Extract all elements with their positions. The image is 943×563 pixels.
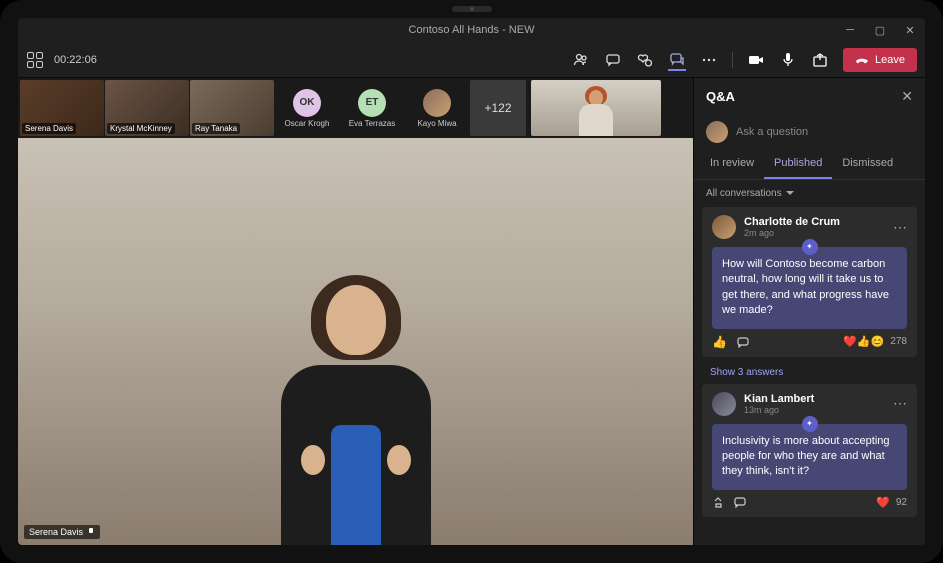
meeting-toolbar: 00:22:06 Leave (18, 42, 925, 78)
reactions-icon[interactable] (636, 51, 654, 69)
window-title: Contoso All Hands - NEW (409, 24, 535, 36)
comment-button[interactable] (737, 336, 749, 348)
window-titlebar: Contoso All Hands - NEW ─ ▢ ✕ (18, 18, 925, 42)
show-answers-link[interactable]: Show 3 answers (702, 365, 917, 384)
author-avatar (712, 215, 736, 239)
speaker-silhouette (256, 245, 456, 545)
avatar-tile[interactable]: Kayo Miwa (405, 80, 469, 136)
question-more-button[interactable]: ⋯ (893, 219, 907, 236)
minimize-button[interactable]: ─ (835, 18, 865, 42)
chevron-down-icon (786, 191, 794, 196)
featured-badge-icon: ✦ (802, 239, 818, 255)
pin-icon (87, 528, 95, 536)
video-stage: Serena Davis Krystal McKinney Ray Tanaka… (18, 78, 693, 545)
chat-icon[interactable] (604, 51, 622, 69)
question-card: Charlotte de Crum 2m ago ⋯ ✦ How will Co… (702, 207, 917, 357)
featured-badge-icon: ✦ (802, 416, 818, 432)
video-tile[interactable]: Ray Tanaka (190, 80, 274, 136)
qa-panel: Q&A ✕ Ask a question In review Published… (693, 78, 925, 545)
spotlight-tile[interactable] (531, 80, 661, 136)
qa-filter-dropdown[interactable]: All conversations (694, 180, 925, 207)
people-icon[interactable] (572, 51, 590, 69)
more-icon[interactable] (700, 51, 718, 69)
question-body: ✦ How will Contoso become carbon neutral… (712, 247, 907, 329)
avatar-photo (423, 89, 451, 117)
avatar-initials: ET (358, 89, 386, 117)
leave-label: Leave (875, 54, 905, 66)
question-time: 13m ago (744, 405, 885, 415)
question-time: 2m ago (744, 228, 885, 238)
question-body: ✦ Inclusivity is more about accepting pe… (712, 424, 907, 490)
author-name: Kian Lambert (744, 393, 885, 405)
avatar-initials: OK (293, 89, 321, 117)
gallery-view-icon[interactable] (26, 51, 44, 69)
tab-in-review[interactable]: In review (700, 149, 764, 179)
hangup-icon (855, 53, 869, 67)
tab-dismissed[interactable]: Dismissed (832, 149, 903, 179)
ask-placeholder: Ask a question (736, 126, 913, 138)
main-video[interactable]: Serena Davis (18, 138, 693, 545)
qa-tabs: In review Published Dismissed (694, 149, 925, 180)
question-more-button[interactable]: ⋯ (893, 395, 907, 412)
upvote-button[interactable] (712, 496, 724, 508)
reaction-summary[interactable]: ❤️👍😊 278 (843, 335, 907, 348)
qa-icon[interactable] (668, 53, 686, 71)
toolbar-divider (732, 52, 733, 68)
ask-question-input[interactable]: Ask a question (694, 115, 925, 149)
participant-strip: Serena Davis Krystal McKinney Ray Tanaka… (18, 78, 693, 138)
qa-close-button[interactable]: ✕ (901, 88, 913, 105)
share-icon[interactable] (811, 51, 829, 69)
leave-button[interactable]: Leave (843, 48, 917, 72)
camera-icon[interactable] (747, 51, 765, 69)
author-name: Charlotte de Crum (744, 216, 885, 228)
tab-published[interactable]: Published (764, 149, 832, 179)
qa-title: Q&A (706, 89, 735, 104)
mic-icon[interactable] (779, 51, 797, 69)
comment-button[interactable] (734, 496, 746, 508)
close-button[interactable]: ✕ (895, 18, 925, 42)
overflow-count-tile[interactable]: +122 (470, 80, 526, 136)
avatar-tile[interactable]: ET Eva Terrazas (340, 80, 404, 136)
avatar-tile[interactable]: OK Oscar Krogh (275, 80, 339, 136)
maximize-button[interactable]: ▢ (865, 18, 895, 42)
author-avatar (712, 392, 736, 416)
qa-list[interactable]: Charlotte de Crum 2m ago ⋯ ✦ How will Co… (694, 207, 925, 545)
speaker-nameplate: Serena Davis (24, 525, 100, 539)
reaction-summary[interactable]: ❤️ 92 (876, 496, 907, 509)
video-tile[interactable]: Krystal McKinney (105, 80, 189, 136)
video-tile[interactable]: Serena Davis (20, 80, 104, 136)
question-card: Kian Lambert 13m ago ⋯ ✦ Inclusivity is … (702, 384, 917, 517)
self-avatar (706, 121, 728, 143)
meeting-timer: 00:22:06 (54, 54, 97, 66)
upvote-button[interactable]: 👍 (712, 335, 727, 349)
